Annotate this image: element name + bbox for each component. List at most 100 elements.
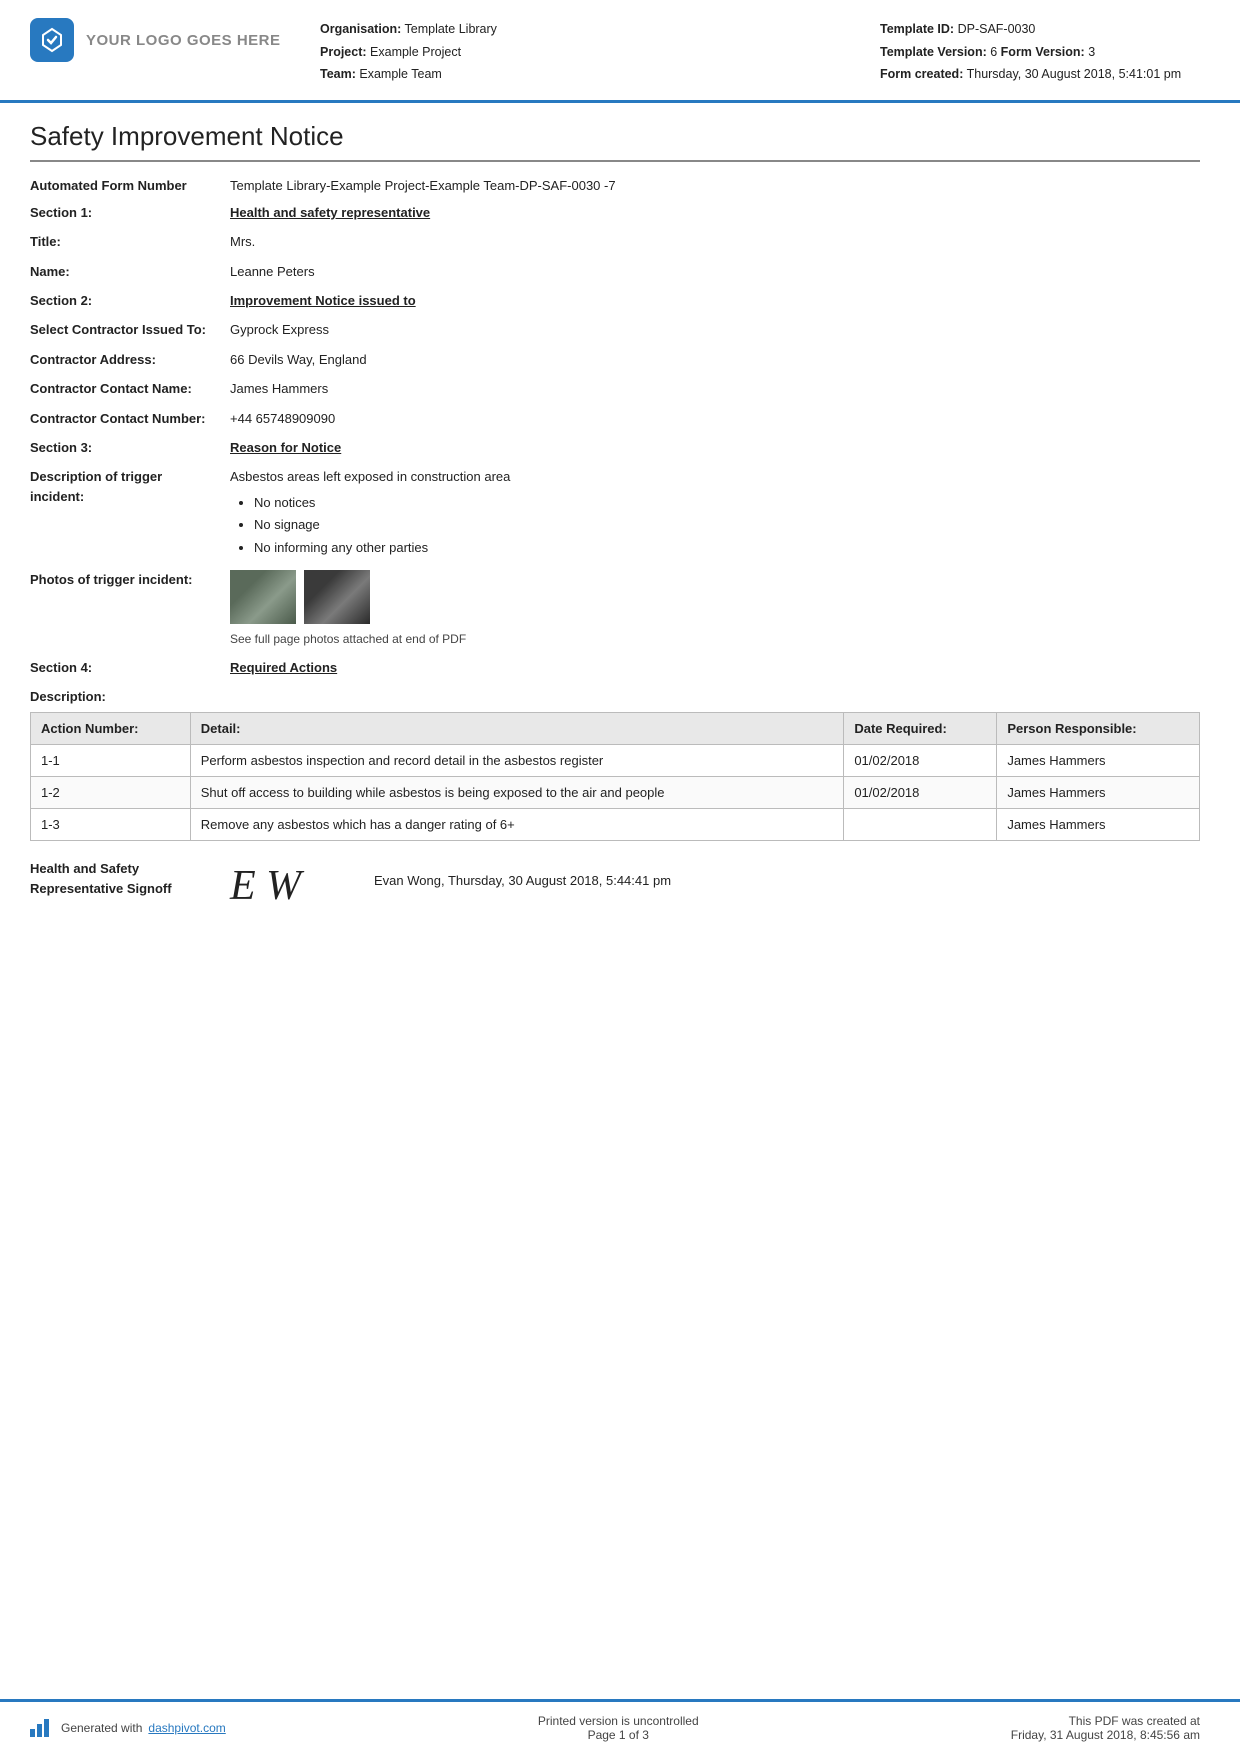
signoff-signature: E W [230,859,350,907]
project-value: Example Project [370,45,461,59]
actions-table: Action Number:Detail:Date Required:Perso… [30,712,1200,841]
section1-header-row: Section 1: Health and safety representat… [30,205,1200,220]
table-section: Description: Action Number:Detail:Date R… [30,689,1200,841]
table-cell-person: James Hammers [997,777,1200,809]
photo-thumb-2 [304,570,370,624]
trigger-desc-row: Description of trigger incident: Asbesto… [30,467,1200,560]
footer-page-info: Page 1 of 3 [538,1728,699,1742]
section3-header-row: Section 3: Reason for Notice [30,440,1200,455]
contractor-address-label: Contractor Address: [30,350,230,370]
contractor-phone-row: Contractor Contact Number: +44 657489090… [30,409,1200,429]
template-version-value: 6 [990,45,997,59]
form-version-value: 3 [1088,45,1095,59]
page: YOUR LOGO GOES HERE Organisation: Templa… [0,0,1240,1754]
footer-bars-icon [30,1719,49,1737]
template-version-line: Template Version: 6 Form Version: 3 [880,41,1200,64]
footer-right: This PDF was created at Friday, 31 Augus… [1011,1714,1200,1742]
trigger-bullet-item: No signage [254,515,1200,535]
table-desc-label: Description: [30,689,1200,704]
name-label: Name: [30,262,230,282]
photos-label: Photos of trigger incident: [30,570,230,590]
table-cell-date_required [844,809,997,841]
table-cell-date_required: 01/02/2018 [844,777,997,809]
signoff-label: Health and Safety Representative Signoff [30,859,230,898]
project-label: Project: [320,45,367,59]
table-cell-action_number: 1-1 [31,745,191,777]
section1-title: Health and safety representative [230,205,430,220]
logo-text: YOUR LOGO GOES HERE [86,32,281,49]
table-th: Detail: [190,713,844,745]
section3-label: Section 3: [30,440,230,455]
table-cell-person: James Hammers [997,809,1200,841]
form-version-label: Form Version: [1001,45,1085,59]
main-content: Safety Improvement Notice Automated Form… [0,103,1240,1700]
footer-bar-2 [37,1724,42,1737]
doc-title: Safety Improvement Notice [30,121,1200,162]
table-row: 1-1Perform asbestos inspection and recor… [31,745,1200,777]
logo-icon [30,18,74,62]
logo-area: YOUR LOGO GOES HERE [30,18,290,62]
footer-page-uncontrolled: Printed version is uncontrolled [538,1714,699,1728]
table-cell-detail: Perform asbestos inspection and record d… [190,745,844,777]
contractor-phone-value: +44 65748909090 [230,409,1200,429]
table-header-row: Action Number:Detail:Date Required:Perso… [31,713,1200,745]
name-value: Leanne Peters [230,262,1200,282]
org-value: Template Library [405,22,497,36]
section4-label: Section 4: [30,660,230,675]
automated-form-number-value: Template Library-Example Project-Example… [230,176,1200,196]
footer-generated-link[interactable]: dashpivot.com [148,1721,225,1735]
team-line: Team: Example Team [320,63,880,86]
form-created-line: Form created: Thursday, 30 August 2018, … [880,63,1200,86]
contractor-select-row: Select Contractor Issued To: Gyprock Exp… [30,320,1200,340]
logo-svg [39,27,65,53]
table-row: 1-2Shut off access to building while asb… [31,777,1200,809]
contractor-phone-label: Contractor Contact Number: [30,409,230,429]
trigger-bullet-item: No notices [254,493,1200,513]
contractor-contact-name-value: James Hammers [230,379,1200,399]
table-header: Action Number:Detail:Date Required:Perso… [31,713,1200,745]
org-label: Organisation: [320,22,401,36]
signoff-meta: Evan Wong, Thursday, 30 August 2018, 5:4… [374,859,671,888]
table-th: Action Number: [31,713,191,745]
table-cell-action_number: 1-2 [31,777,191,809]
photos-row: Photos of trigger incident: See full pag… [30,570,1200,648]
photo-thumb-1 [230,570,296,624]
section4-title: Required Actions [230,660,337,675]
footer-bar-3 [44,1719,49,1737]
footer-pdf-created-line1: This PDF was created at [1011,1714,1200,1728]
footer-generated-prefix: Generated with [61,1721,142,1735]
section4-header-row: Section 4: Required Actions [30,660,1200,675]
signoff-row: Health and Safety Representative Signoff… [30,859,1200,907]
trigger-desc-value: Asbestos areas left exposed in construct… [230,467,1200,560]
footer-pdf-created-line2: Friday, 31 August 2018, 8:45:56 am [1011,1728,1200,1742]
automated-form-number-label: Automated Form Number [30,176,230,196]
table-th: Person Responsible: [997,713,1200,745]
contractor-address-value: 66 Devils Way, England [230,350,1200,370]
name-row: Name: Leanne Peters [30,262,1200,282]
table-body: 1-1Perform asbestos inspection and recor… [31,745,1200,841]
table-cell-action_number: 1-3 [31,809,191,841]
header: YOUR LOGO GOES HERE Organisation: Templa… [0,0,1240,103]
form-created-value: Thursday, 30 August 2018, 5:41:01 pm [967,67,1182,81]
section2-title: Improvement Notice issued to [230,293,416,308]
table-cell-person: James Hammers [997,745,1200,777]
section2-header-row: Section 2: Improvement Notice issued to [30,293,1200,308]
contractor-select-label: Select Contractor Issued To: [30,320,230,340]
contractor-address-row: Contractor Address: 66 Devils Way, Engla… [30,350,1200,370]
footer-left: Generated with dashpivot.com [30,1719,226,1737]
team-value: Example Team [359,67,441,81]
team-label: Team: [320,67,356,81]
title-label: Title: [30,232,230,252]
section1-label: Section 1: [30,205,230,220]
trigger-bullets-list: No noticesNo signageNo informing any oth… [254,493,1200,558]
footer-bar-1 [30,1729,35,1737]
automated-form-number-row: Automated Form Number Template Library-E… [30,176,1200,196]
title-row: Title: Mrs. [30,232,1200,252]
footer: Generated with dashpivot.com Printed ver… [0,1699,1240,1754]
title-value: Mrs. [230,232,1200,252]
header-meta-left: Organisation: Template Library Project: … [320,18,880,86]
form-created-label: Form created: [880,67,963,81]
template-version-label: Template Version: [880,45,987,59]
photos-value: See full page photos attached at end of … [230,570,1200,648]
table-row: 1-3Remove any asbestos which has a dange… [31,809,1200,841]
